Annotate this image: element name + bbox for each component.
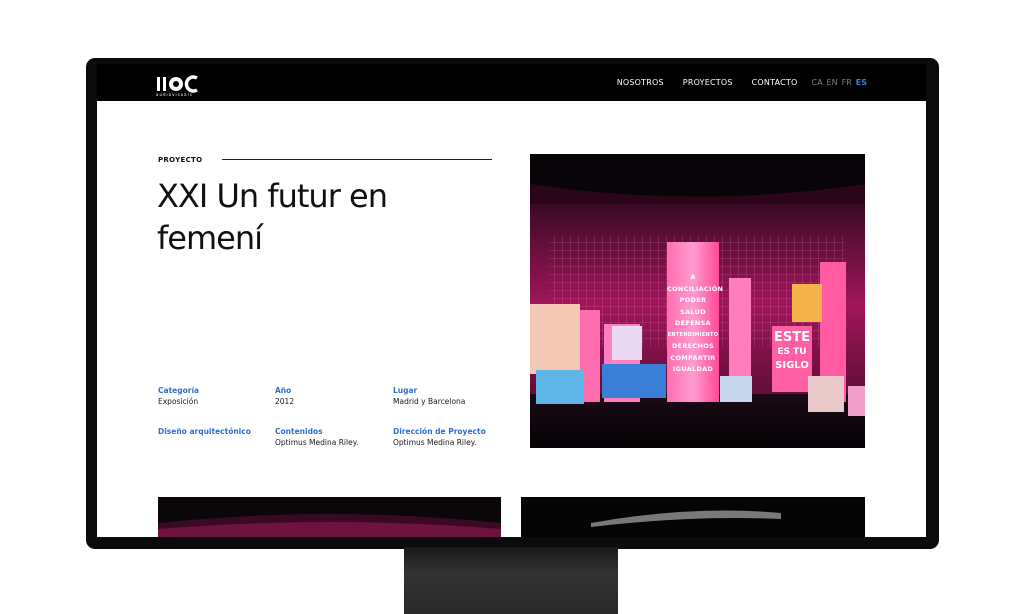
meta-value: Madrid y Barcelona: [393, 397, 466, 406]
meta-lugar: Lugar Madrid y Barcelona: [393, 385, 465, 407]
meta-label: Lugar: [393, 386, 418, 395]
hero-word: SALUD: [680, 307, 706, 316]
hero-word: CONCILIACIÓN: [667, 284, 724, 293]
meta-diseno: Diseño arquitectónico: [158, 426, 251, 437]
nav-contacto[interactable]: CONTACTO: [752, 78, 798, 87]
hero-word: DERECHOS: [671, 342, 715, 350]
meta-label: Diseño arquitectónico: [158, 427, 251, 436]
meta-value: 2012: [275, 397, 295, 406]
hero-word: IGUALDAD: [672, 365, 714, 373]
project-hero-image[interactable]: A CONCILIACIÓN PODER SALUD DEFENSA ENTEN…: [530, 154, 865, 448]
lang-es[interactable]: ES: [856, 78, 867, 87]
meta-categoria: Categoría Exposición: [158, 385, 199, 407]
meta-label: Dirección de Proyecto: [393, 427, 486, 436]
lang-fr[interactable]: FR: [842, 78, 852, 87]
website-screen: audiovisuals NOSOTROS PROYECTOS CONTACTO…: [97, 64, 926, 537]
hero-word: COMPARTIR: [670, 353, 716, 362]
hero-word: A: [690, 273, 696, 281]
thumbnail-graphic: [521, 497, 865, 537]
hero-word: DEFENSA: [675, 319, 711, 327]
main-nav: NOSOTROS PROYECTOS CONTACTO CA EN FR ES: [598, 78, 867, 87]
meta-direccion: Dirección de Proyecto Optimus Medina Ril…: [393, 426, 486, 448]
site-header: audiovisuals NOSOTROS PROYECTOS CONTACTO…: [97, 64, 926, 101]
hero-word: ESTE: [774, 330, 810, 345]
meta-label: Categoría: [158, 386, 200, 395]
monitor-stand: [404, 547, 618, 614]
lang-ca[interactable]: CA: [811, 78, 822, 87]
section-label: PROYECTO: [158, 156, 203, 164]
meta-value: Optimus Medina Riley.: [275, 438, 359, 447]
nav-proyectos[interactable]: PROYECTOS: [683, 78, 733, 87]
lang-en[interactable]: EN: [827, 78, 838, 87]
hero-right-words: ESTE ES TU SIGLO: [774, 330, 810, 372]
meta-label: Año: [275, 386, 292, 395]
meta-ano: Año 2012: [275, 385, 294, 407]
hero-word: ENTENDIMIENTO: [667, 331, 719, 338]
gallery-thumbnail[interactable]: [158, 497, 501, 537]
page-title: XXI Un futur en femení: [157, 177, 388, 257]
gallery-thumbnail[interactable]: [521, 497, 865, 537]
meta-value: Exposición: [158, 397, 199, 406]
meta-value: Optimus Medina Riley.: [393, 438, 477, 447]
hero-word: PODER: [679, 296, 707, 304]
meta-contenidos: Contenidos Optimus Medina Riley.: [275, 426, 358, 448]
nav-nosotros[interactable]: NOSOTROS: [617, 78, 664, 87]
language-switcher: CA EN FR ES: [807, 78, 867, 87]
logo-subtitle: audiovisuals: [156, 92, 193, 97]
section-divider: [222, 159, 492, 160]
hero-center-words: A CONCILIACIÓN PODER SALUD DEFENSA ENTEN…: [667, 272, 724, 376]
hero-word: ES TU: [777, 347, 807, 357]
thumbnail-graphic: [158, 497, 501, 537]
hero-word: SIGLO: [775, 360, 809, 371]
meta-label: Contenidos: [275, 427, 323, 436]
